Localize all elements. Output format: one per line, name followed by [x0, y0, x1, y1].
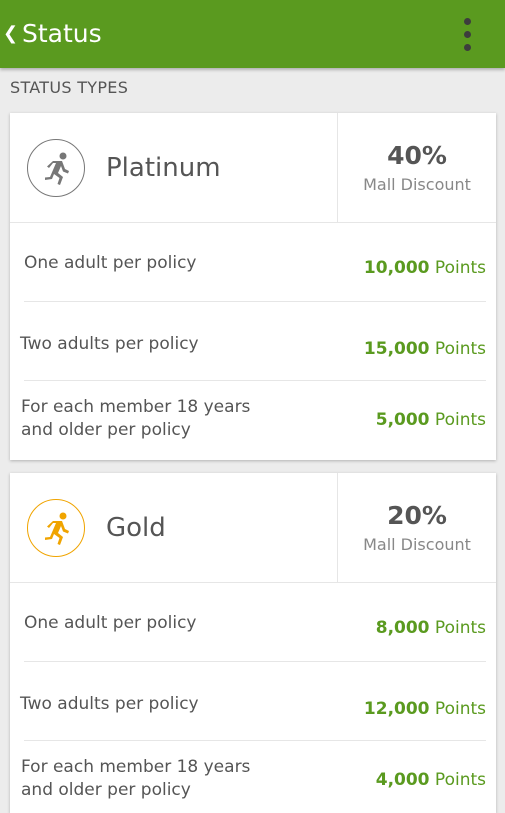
- row-divider: [24, 661, 486, 662]
- discount-percent: 20%: [387, 501, 447, 530]
- running-person-icon: [27, 139, 85, 197]
- points-amount: 5,000: [375, 410, 430, 430]
- row-label: One adult per policy: [24, 613, 197, 633]
- row-label-line: For each member 18 years: [21, 397, 251, 417]
- tier-card-platinum[interactable]: Platinum 40% Mall Discount One adult per…: [10, 113, 496, 460]
- points-amount: 12,000: [363, 699, 430, 719]
- points-amount: 10,000: [363, 258, 430, 278]
- row-label-multiline: For each member 18 years and older per p…: [21, 396, 250, 442]
- overflow-menu-icon[interactable]: [458, 18, 478, 52]
- row-label-line: and older per policy: [21, 780, 191, 800]
- points-amount: 8,000: [375, 618, 430, 638]
- tier-name: Gold: [106, 513, 166, 543]
- row-label-line: For each member 18 years: [21, 757, 251, 777]
- row-label: One adult per policy: [24, 253, 197, 273]
- kebab-dot: [464, 44, 471, 51]
- row-label-line: and older per policy: [21, 420, 191, 440]
- points-unit: Points: [434, 618, 486, 638]
- points-amount: 4,000: [375, 770, 430, 790]
- points-value: 15,000 Points: [364, 338, 486, 361]
- row-label: Two adults per policy: [20, 334, 199, 354]
- points-unit: Points: [434, 410, 486, 430]
- row-label-multiline: For each member 18 years and older per p…: [21, 756, 250, 802]
- points-unit: Points: [434, 699, 486, 719]
- app-bar: ❮ Status: [0, 0, 505, 68]
- discount-label: Mall Discount: [363, 535, 471, 554]
- section-title: STATUS TYPES: [10, 78, 129, 97]
- discount-label: Mall Discount: [363, 175, 471, 194]
- tier-card-gold[interactable]: Gold 20% Mall Discount One adult per pol…: [10, 473, 496, 813]
- points-unit: Points: [434, 339, 486, 359]
- points-amount: 15,000: [363, 339, 430, 359]
- row-divider: [24, 301, 486, 302]
- discount-percent: 40%: [387, 141, 447, 170]
- points-value: 8,000 Points: [376, 617, 486, 640]
- points-value: 10,000 Points: [364, 257, 486, 280]
- kebab-dot: [464, 18, 471, 25]
- page-title[interactable]: Status: [22, 17, 102, 51]
- row-divider: [24, 380, 486, 381]
- points-unit: Points: [434, 770, 486, 790]
- tier-name: Platinum: [106, 153, 221, 183]
- points-value: 12,000 Points: [364, 698, 486, 721]
- kebab-dot: [464, 31, 471, 38]
- points-value: 5,000 Points: [376, 409, 486, 432]
- points-value: 4,000 Points: [376, 769, 486, 792]
- row-label: Two adults per policy: [20, 694, 199, 714]
- row-divider: [24, 740, 486, 741]
- tier-card-header: Gold 20% Mall Discount: [10, 473, 496, 583]
- running-person-icon: [27, 499, 85, 557]
- back-chevron-icon[interactable]: ❮: [3, 24, 18, 44]
- tier-card-header: Platinum 40% Mall Discount: [10, 113, 496, 223]
- points-unit: Points: [434, 258, 486, 278]
